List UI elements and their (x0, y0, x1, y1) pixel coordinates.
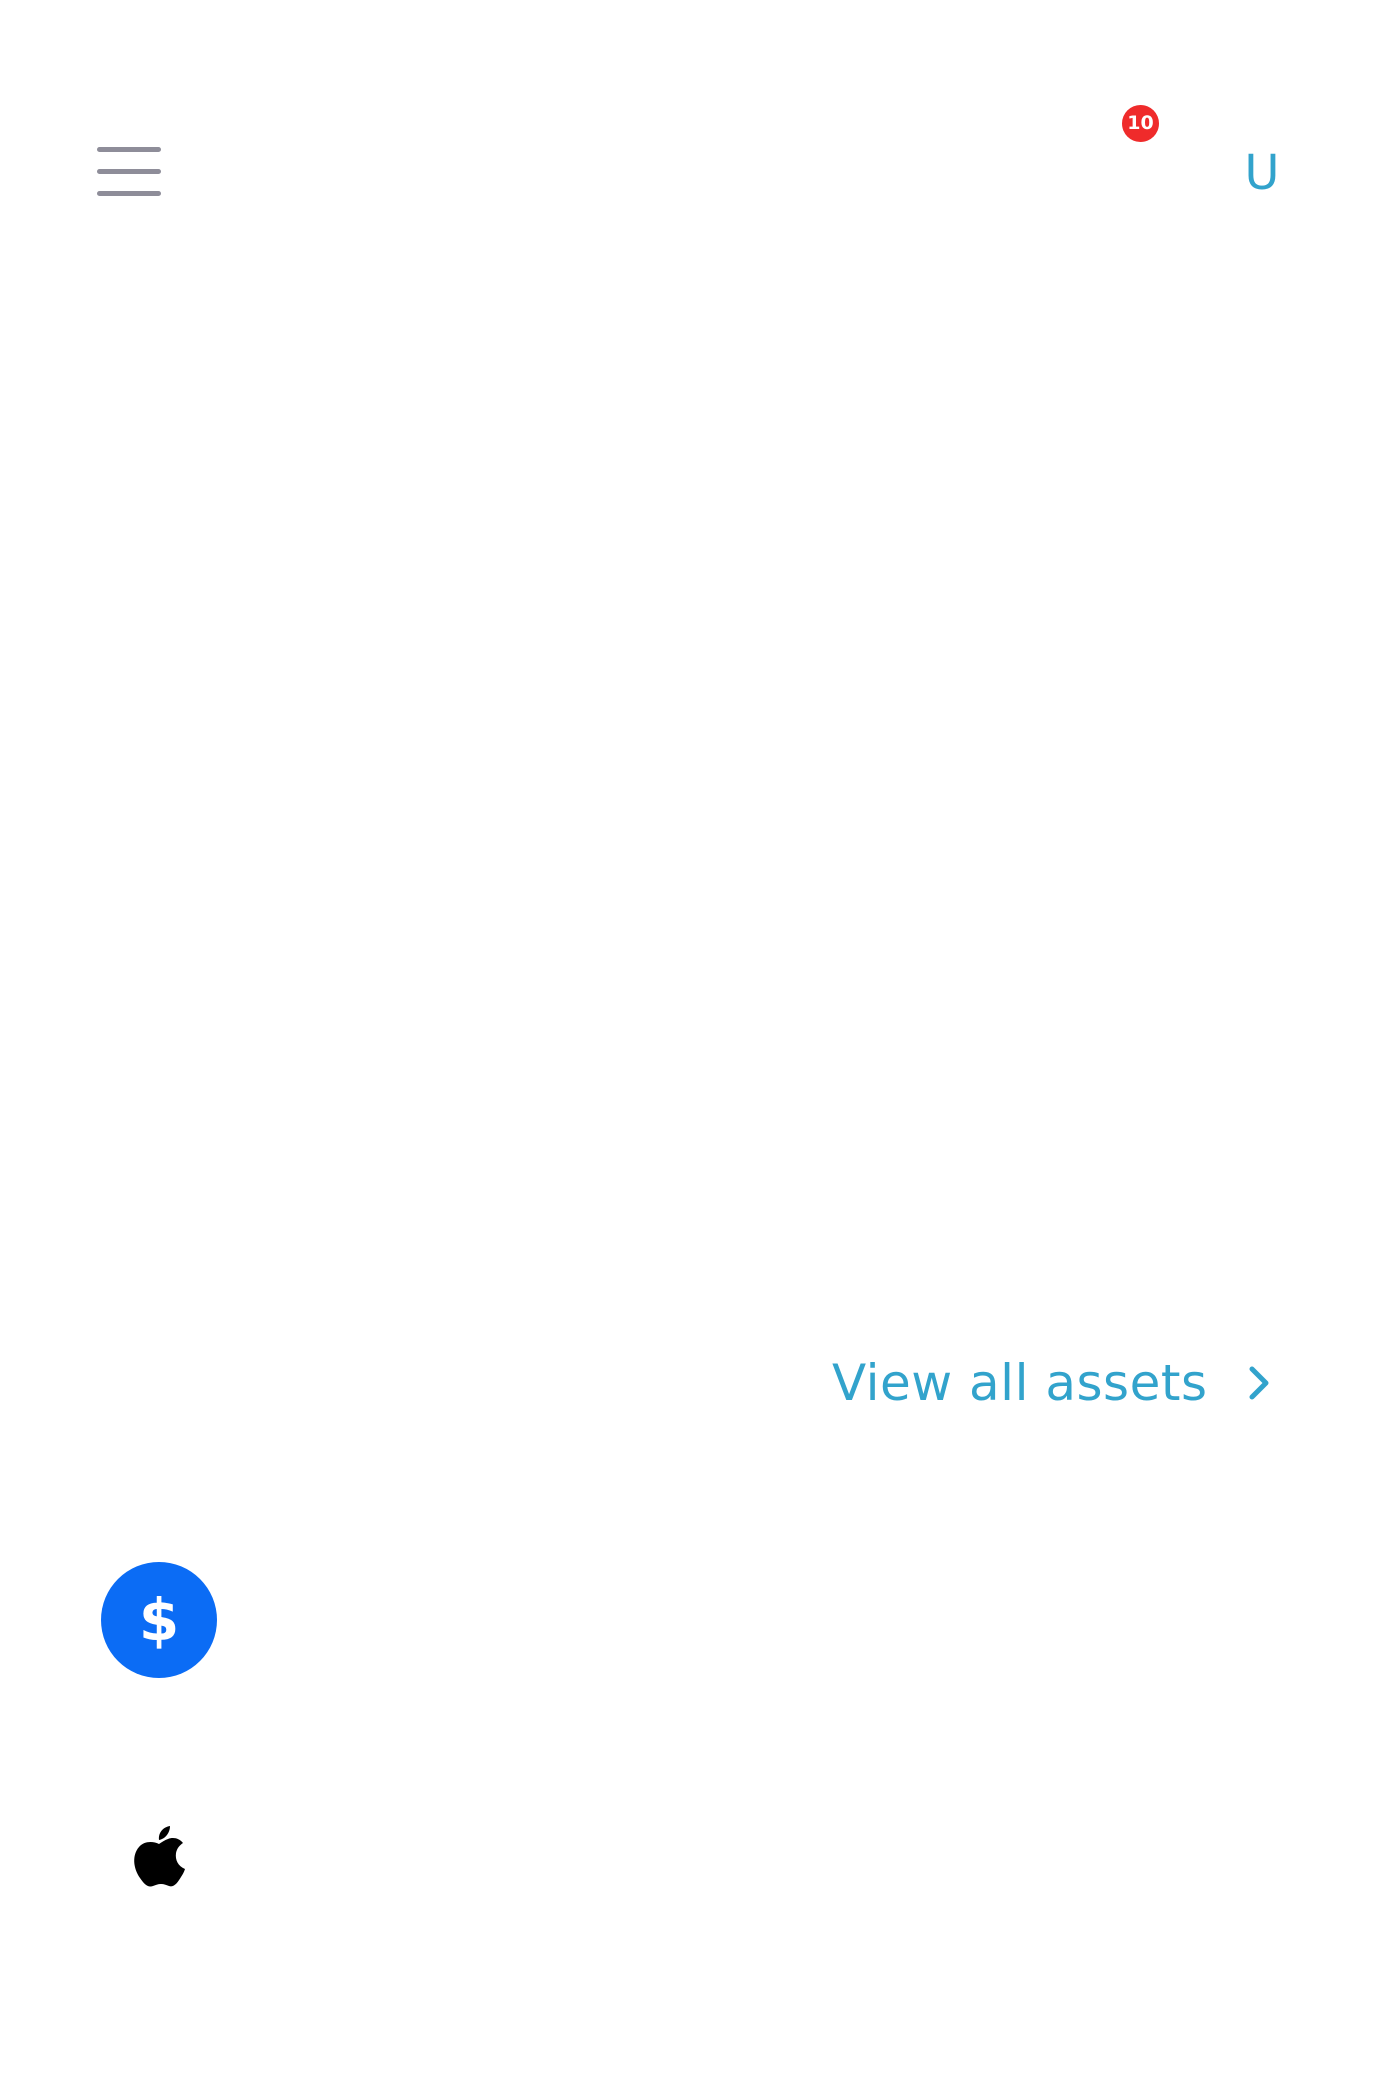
menu-bar (97, 191, 161, 196)
menu-bar (97, 169, 161, 174)
notifications-button[interactable]: 10 (1100, 100, 1180, 180)
chevron-right-icon (1249, 1366, 1269, 1400)
notification-badge: 10 (1122, 105, 1159, 142)
dollar-coin-icon[interactable]: $ (101, 1562, 217, 1678)
view-all-assets-link[interactable]: View all assets (832, 1348, 1274, 1418)
view-all-assets-label: View all assets (832, 1354, 1208, 1412)
hamburger-menu-icon[interactable] (94, 144, 162, 200)
user-avatar[interactable]: U (1232, 138, 1292, 208)
menu-bar (97, 147, 161, 152)
apple-logo-icon[interactable] (132, 1826, 186, 1888)
